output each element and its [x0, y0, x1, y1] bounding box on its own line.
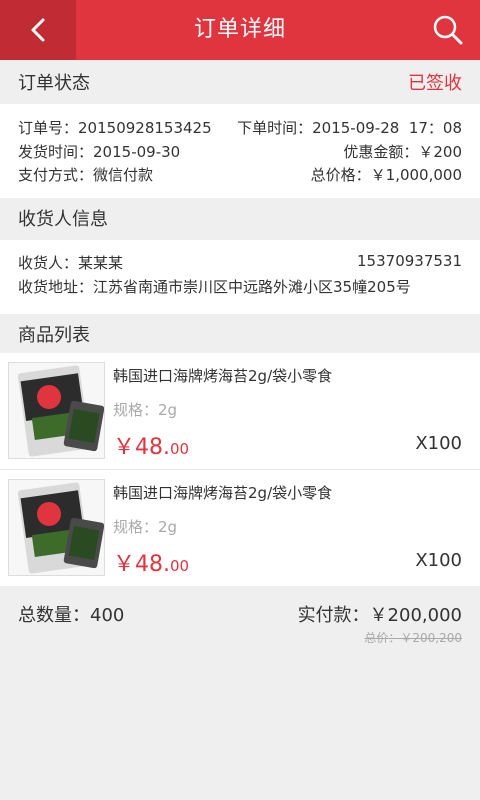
- order-no-label: 订单号：: [18, 119, 79, 137]
- receiver-title: 收货人信息: [18, 209, 108, 230]
- receiver-row-2: 收货地址： 江苏省南通市崇川区中远路外滩小区35幢205号: [18, 276, 462, 297]
- goods-item[interactable]: 韩国进口海牌烤海苔2g/袋小零食 规格：2g ￥48.00 X100: [0, 353, 480, 469]
- product-spec: 规格：2g: [113, 401, 178, 419]
- order-info-row-3: 支付方式：微信付款 总价格：￥1,000,000: [18, 164, 462, 185]
- pay-method-value: 微信付款: [93, 166, 154, 184]
- goods-list-header: 商品列表: [0, 312, 480, 356]
- product-price: ￥48.00: [113, 429, 189, 461]
- original-price: 总价：￥200,200: [364, 631, 462, 645]
- app-header: 订单详细: [0, 0, 480, 60]
- product-quantity: X100: [415, 433, 462, 454]
- product-price-decimal: 00: [170, 557, 190, 575]
- address-value: 江苏省南通市崇川区中远路外滩小区35幢205号: [93, 278, 411, 296]
- product-price-main: ￥48.: [113, 552, 170, 577]
- product-image: [8, 362, 105, 459]
- goods-list-title: 商品列表: [18, 325, 90, 346]
- product-price-decimal: 00: [170, 440, 190, 458]
- product-price-main: ￥48.: [113, 435, 170, 460]
- product-image: [8, 479, 105, 576]
- product-name: 韩国进口海牌烤海苔2g/袋小零食: [113, 367, 333, 385]
- order-info-row-2: 发货时间：2015-09-30 优惠金额：￥200: [18, 141, 462, 162]
- discount-label: 优惠金额：: [343, 143, 419, 161]
- status-badge: 已签收: [408, 73, 462, 94]
- order-status-title: 订单状态: [18, 73, 90, 94]
- product-price: ￥48.00: [113, 546, 189, 578]
- search-button[interactable]: [428, 10, 468, 50]
- product-spec: 规格：2g: [113, 518, 178, 536]
- search-icon: [433, 15, 463, 45]
- product-name: 韩国进口海牌烤海苔2g/袋小零食: [113, 484, 333, 502]
- total-price-value: ￥1,000,000: [370, 166, 462, 184]
- product-quantity: X100: [415, 550, 462, 571]
- order-no-value: 20150928153425: [78, 119, 212, 137]
- order-status-header: 订单状态 已签收: [0, 60, 480, 104]
- total-quantity: 总数量：400: [18, 605, 125, 626]
- receiver-header: 收货人信息: [0, 196, 480, 240]
- order-time-label: 下单时间：: [237, 119, 313, 137]
- receiver-card: 收货人：某某某 15370937531 收货地址： 江苏省南通市崇川区中远路外滩小…: [0, 240, 480, 314]
- order-info-card: 订单号：20150928153425 下单时间：2015-09-28 17：08…: [0, 104, 480, 198]
- paid-amount: 实付款：￥200,000: [297, 605, 462, 626]
- receiver-name-label: 收货人：: [18, 254, 79, 272]
- receiver-phone[interactable]: 15370937531: [357, 252, 462, 273]
- goods-item[interactable]: 韩国进口海牌烤海苔2g/袋小零食 规格：2g ￥48.00 X100: [0, 470, 480, 586]
- address-label: 收货地址：: [18, 278, 94, 296]
- total-price-label: 总价格：: [310, 166, 371, 184]
- pay-method-label: 支付方式：: [18, 166, 94, 184]
- ship-time-label: 发货时间：: [18, 143, 94, 161]
- order-info-row-1: 订单号：20150928153425 下单时间：2015-09-28 17：08: [18, 117, 462, 138]
- ship-time-value: 2015-09-30: [93, 143, 181, 161]
- receiver-row-1: 收货人：某某某 15370937531: [18, 252, 462, 273]
- page-title: 订单详细: [193, 17, 286, 42]
- order-time-value: 2015-09-28 17：08: [312, 119, 462, 137]
- receiver-name-value: 某某某: [78, 254, 124, 272]
- discount-value: ￥200: [418, 143, 462, 161]
